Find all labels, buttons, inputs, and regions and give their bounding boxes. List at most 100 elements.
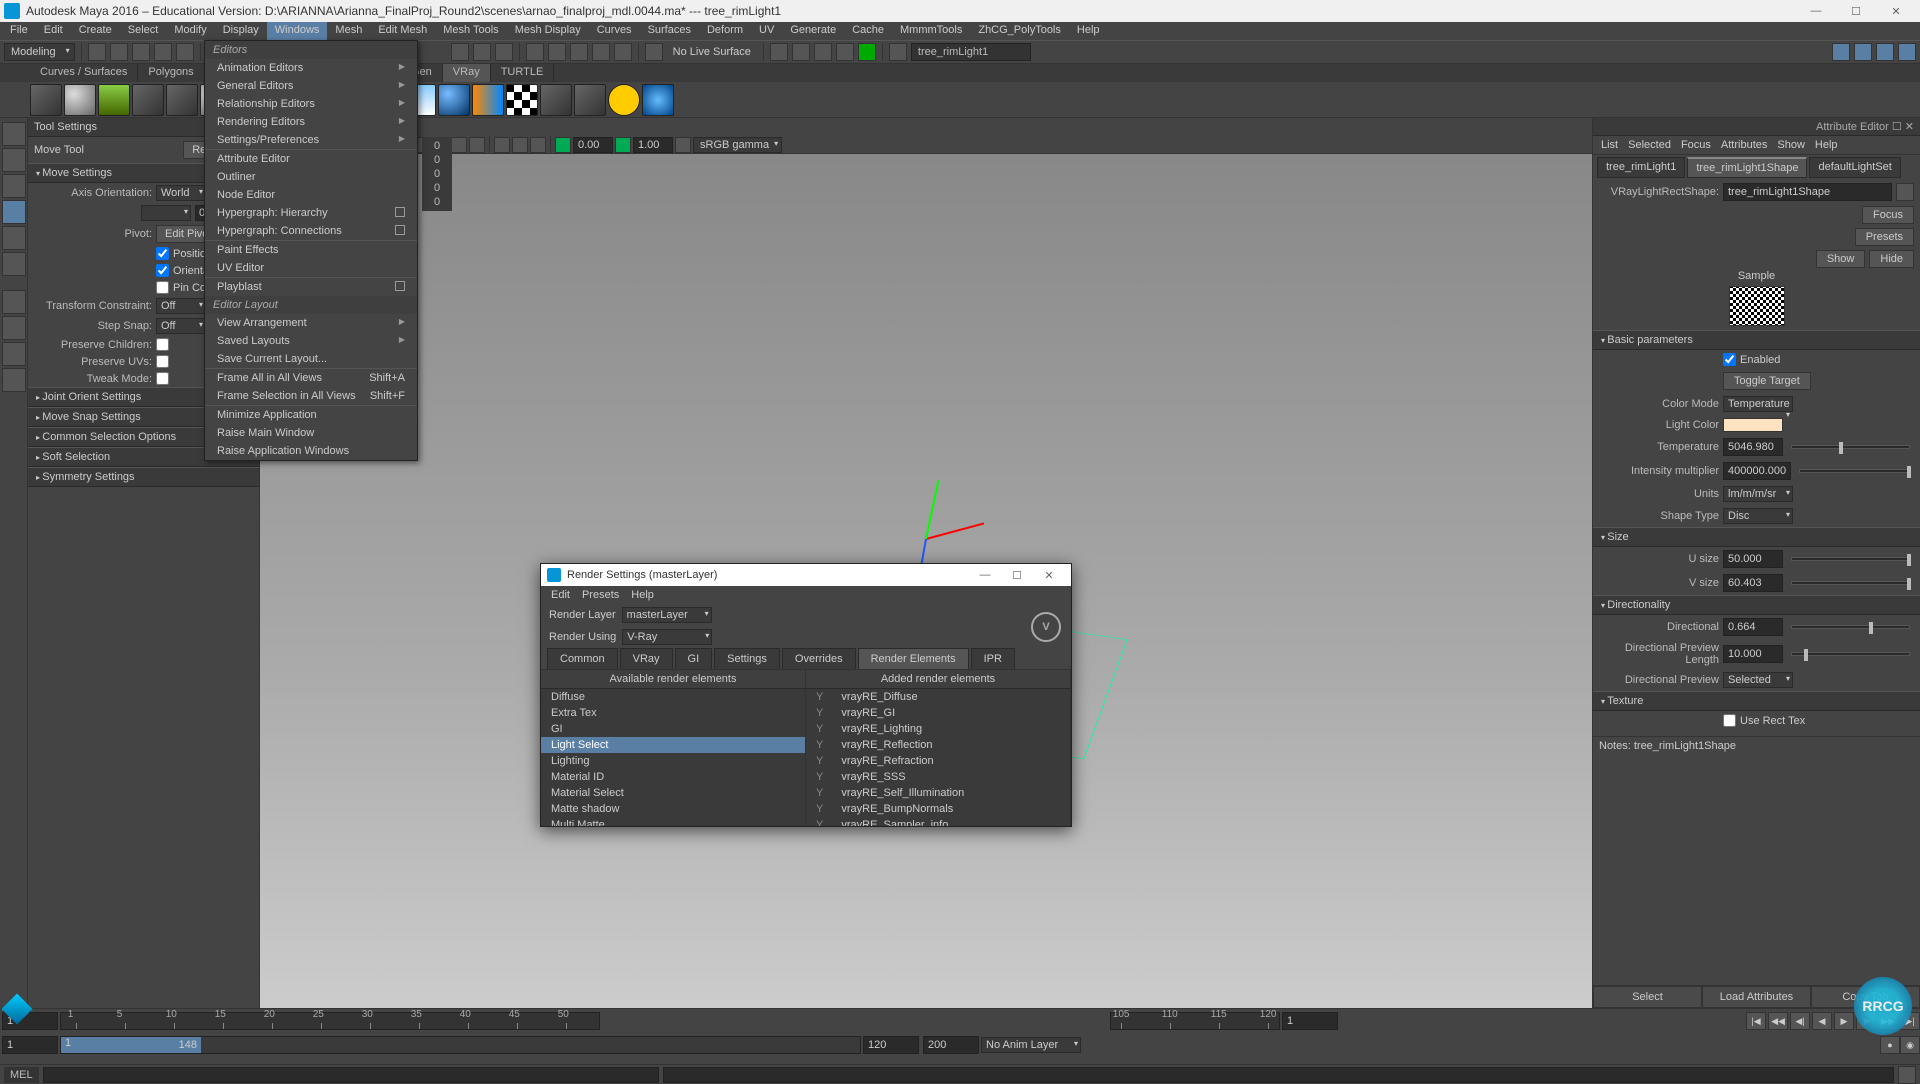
- mel-label[interactable]: MEL: [4, 1067, 39, 1083]
- available-element[interactable]: Matte shadow: [541, 801, 805, 817]
- vp-icon[interactable]: [494, 137, 510, 153]
- render-settings-titlebar[interactable]: Render Settings (masterLayer) — ☐ ✕: [541, 564, 1071, 586]
- playblast-menu-item[interactable]: Playblast: [205, 278, 417, 296]
- gamma-field[interactable]: 1.00: [633, 137, 673, 153]
- vray-material-icon[interactable]: [438, 84, 470, 116]
- menu-item-general-editors[interactable]: General Editors▶: [205, 77, 417, 95]
- time-track[interactable]: 15101520253035404550: [60, 1012, 600, 1030]
- menu-mesh-display[interactable]: Mesh Display: [507, 22, 589, 40]
- menu-item-raise-main-window[interactable]: Raise Main Window: [205, 424, 417, 442]
- paint-select-icon[interactable]: [2, 174, 26, 198]
- menu-item-raise-application-windows[interactable]: Raise Application Windows: [205, 442, 417, 460]
- menu-mmmmtools[interactable]: MmmmTools: [892, 22, 970, 40]
- added-element[interactable]: YvrayRE_Self_Illumination: [806, 785, 1070, 801]
- layout-icon[interactable]: [2, 290, 26, 314]
- command-input[interactable]: [43, 1067, 659, 1083]
- render-layer-dropdown[interactable]: masterLayer: [622, 607, 712, 623]
- available-elements-list[interactable]: DiffuseExtra TexGILight SelectLightingMa…: [541, 689, 805, 826]
- added-elements-list[interactable]: YvrayRE_DiffuseYvrayRE_GIYvrayRE_Lightin…: [806, 689, 1070, 826]
- ae-tab-tree-rimlight1[interactable]: tree_rimLight1: [1597, 157, 1685, 178]
- frame-selection-menu-item[interactable]: Frame Selection in All ViewsShift+F: [205, 387, 417, 405]
- vp-gamma-icon[interactable]: [615, 137, 631, 153]
- range-slider[interactable]: 1148: [60, 1036, 861, 1054]
- close-button[interactable]: ✕: [1876, 1, 1916, 21]
- current-frame-field[interactable]: [1282, 1012, 1338, 1030]
- anim-layer-dropdown[interactable]: No Anim Layer: [981, 1037, 1081, 1053]
- exposure-field[interactable]: 0.00: [573, 137, 613, 153]
- menu-mesh[interactable]: Mesh: [327, 22, 370, 40]
- undo-icon[interactable]: [154, 43, 172, 61]
- vp-icon[interactable]: [469, 137, 485, 153]
- play-back-icon[interactable]: ◀: [1812, 1012, 1832, 1030]
- snap-icon[interactable]: [473, 43, 491, 61]
- layout-icon[interactable]: [2, 342, 26, 366]
- render-icon[interactable]: [836, 43, 854, 61]
- units-dropdown[interactable]: lm/m/m/sr: [1723, 486, 1793, 502]
- menu-curves[interactable]: Curves: [589, 22, 640, 40]
- shelf-tab-curves-surfaces[interactable]: Curves / Surfaces: [30, 64, 138, 82]
- layout-icon[interactable]: [1832, 43, 1850, 61]
- render-icon[interactable]: [770, 43, 788, 61]
- lasso-tool-icon[interactable]: [2, 148, 26, 172]
- rs-menu-help[interactable]: Help: [631, 589, 654, 601]
- time-track-right[interactable]: 105110115120: [1110, 1012, 1280, 1030]
- step-snap-dropdown[interactable]: Off: [156, 318, 206, 334]
- open-scene-icon[interactable]: [110, 43, 128, 61]
- minimize-button[interactable]: —: [969, 569, 1001, 581]
- menu-item-relationship-editors[interactable]: Relationship Editors▶: [205, 95, 417, 113]
- added-element[interactable]: YvrayRE_Reflection: [806, 737, 1070, 753]
- available-element[interactable]: Material ID: [541, 769, 805, 785]
- vray-gear-icon[interactable]: [132, 84, 164, 116]
- menu-item-saved-layouts[interactable]: Saved Layouts▶: [205, 332, 417, 350]
- rs-tab-gi[interactable]: GI: [675, 648, 713, 669]
- ae-menu-show[interactable]: Show: [1777, 139, 1805, 151]
- vray-dome-icon[interactable]: [64, 84, 96, 116]
- go-start-icon[interactable]: |◀: [1746, 1012, 1766, 1030]
- rs-tab-settings[interactable]: Settings: [714, 648, 780, 669]
- help-icon[interactable]: [642, 84, 674, 116]
- tweak-mode-checkbox[interactable]: [156, 372, 169, 385]
- vsize-field[interactable]: 60.403: [1723, 574, 1783, 592]
- menu-item-hypergraph-hierarchy[interactable]: Hypergraph: Hierarchy: [205, 204, 417, 222]
- menu-item-rendering-editors[interactable]: Rendering Editors▶: [205, 113, 417, 131]
- menu-modify[interactable]: Modify: [166, 22, 214, 40]
- focus-button[interactable]: Focus: [1862, 206, 1914, 224]
- rs-tab-common[interactable]: Common: [547, 648, 618, 669]
- menu-item-save-current-layout-[interactable]: Save Current Layout...: [205, 350, 417, 368]
- new-scene-icon[interactable]: [88, 43, 106, 61]
- orientation-checkbox[interactable]: [156, 264, 169, 277]
- magnet-icon[interactable]: [570, 43, 588, 61]
- shelf-tab-polygons[interactable]: Polygons: [138, 64, 204, 82]
- usize-slider[interactable]: [1791, 557, 1910, 561]
- menu-item-node-editor[interactable]: Node Editor: [205, 186, 417, 204]
- rs-tab-render-elements[interactable]: Render Elements: [858, 648, 969, 669]
- section-symmetry-settings[interactable]: Symmetry Settings: [28, 467, 259, 487]
- vray-shelf-icon[interactable]: [30, 84, 62, 116]
- presets-button[interactable]: Presets: [1855, 228, 1914, 246]
- ae-tab-tree-rimlight1shape[interactable]: tree_rimLight1Shape: [1687, 157, 1807, 178]
- menu-mesh-tools[interactable]: Mesh Tools: [435, 22, 506, 40]
- vp-icon[interactable]: [512, 137, 528, 153]
- menu-item-hypergraph-connections[interactable]: Hypergraph: Connections: [205, 222, 417, 240]
- menu-item-settings-preferences[interactable]: Settings/Preferences▶: [205, 131, 417, 149]
- menu-item-minimize-application[interactable]: Minimize Application: [205, 406, 417, 424]
- load-attributes-button[interactable]: Load Attributes: [1702, 986, 1811, 1008]
- autokey-icon[interactable]: ◉: [1900, 1036, 1920, 1054]
- render-icon[interactable]: [792, 43, 810, 61]
- playback-end-field[interactable]: [863, 1036, 919, 1054]
- select-button[interactable]: Select: [1593, 986, 1702, 1008]
- available-element[interactable]: Diffuse: [541, 689, 805, 705]
- ae-menu-focus[interactable]: Focus: [1681, 139, 1711, 151]
- render-icon[interactable]: [814, 43, 832, 61]
- ae-menu-help[interactable]: Help: [1815, 139, 1838, 151]
- added-element[interactable]: YvrayRE_Lighting: [806, 721, 1070, 737]
- shelf-tab-turtle[interactable]: TURTLE: [491, 64, 555, 82]
- preserve-children-checkbox[interactable]: [156, 338, 169, 351]
- vray-shelf-icon[interactable]: [166, 84, 198, 116]
- usize-field[interactable]: 50.000: [1723, 550, 1783, 568]
- directional-field[interactable]: 0.664: [1723, 618, 1783, 636]
- save-scene-icon[interactable]: [132, 43, 150, 61]
- dpl-field[interactable]: 10.000: [1723, 645, 1783, 663]
- magnet-icon[interactable]: [592, 43, 610, 61]
- menu-cache[interactable]: Cache: [844, 22, 892, 40]
